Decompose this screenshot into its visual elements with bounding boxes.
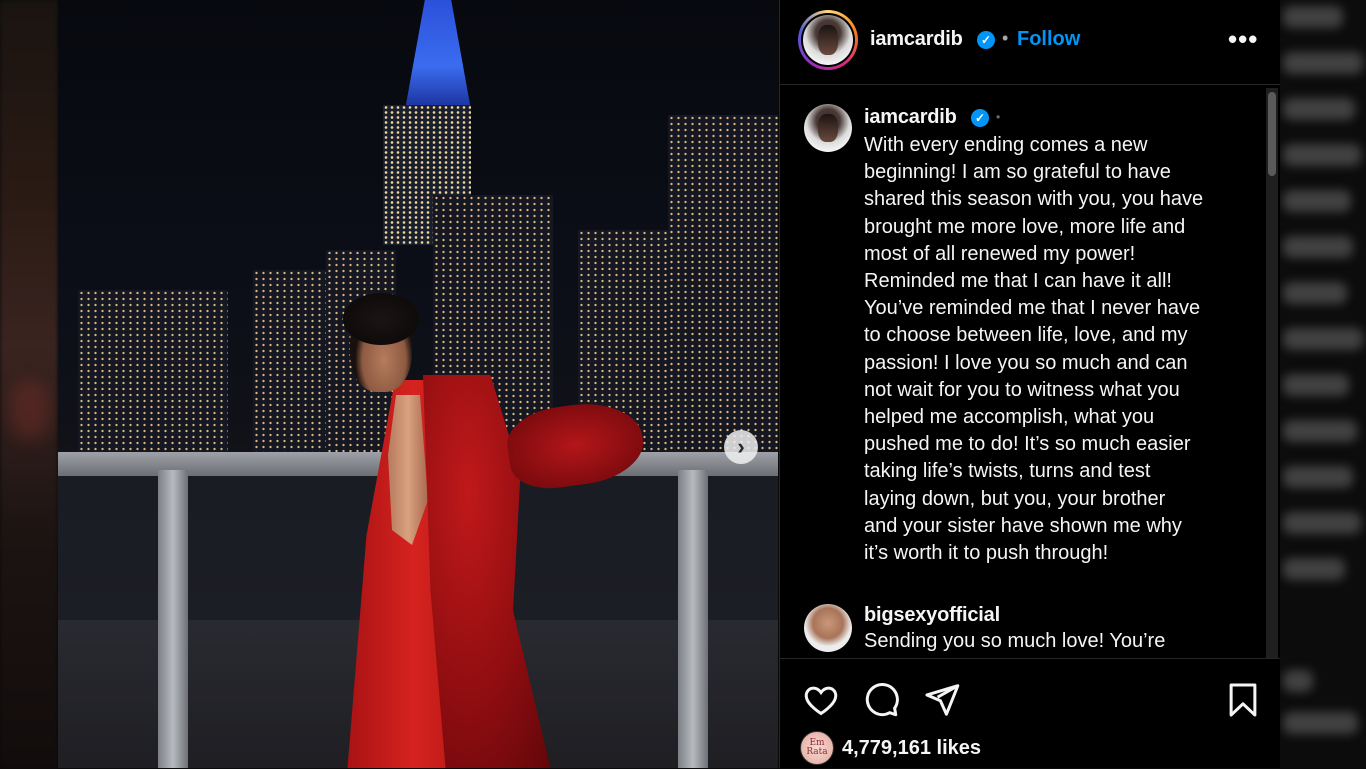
caption-line: Reminded me that I can have it all! (864, 270, 1172, 293)
scrollbar-thumb[interactable] (1268, 92, 1276, 176)
caption-line: it’s worth it to push through! (864, 542, 1109, 565)
separator-dot: • (996, 110, 1001, 124)
caption-line: not wait for you to witness what you (864, 378, 1180, 401)
caption-line: With every ending comes a new (864, 134, 1148, 156)
caption-line: beginning! I am so grateful to have (864, 161, 1171, 184)
comment-bubble-icon[interactable] (862, 681, 900, 719)
caption-line: most of all renewed my power! (864, 242, 1136, 265)
caption-line: brought me more love, more life and (864, 215, 1186, 238)
bookmark-icon[interactable] (1224, 681, 1262, 719)
caption-line: pushed me to do! It’s so much easier (864, 433, 1191, 456)
caption-line: to choose between life, love, and my (864, 324, 1188, 347)
caption-username[interactable]: iamcardib (864, 106, 957, 129)
chevron-right-icon: › (737, 434, 745, 459)
commenter-avatar[interactable] (804, 604, 852, 652)
skyscraper-spire (405, 0, 471, 110)
follow-button[interactable]: Follow (1017, 28, 1080, 51)
avatar-image (803, 15, 853, 65)
comments-scrollbar[interactable] (1266, 88, 1278, 658)
railing-post (158, 470, 188, 768)
caption-text: With every ending comes a new beginning!… (864, 132, 1242, 567)
comment-text: Sending you so much love! You’re (864, 630, 1166, 652)
caption-line: laying down, but you, your brother (864, 487, 1166, 510)
figure-hair (343, 293, 419, 345)
post-actions-bar: Em Rata 4,779,161 likes (780, 658, 1280, 769)
city-building (78, 290, 228, 460)
caption-line: helped me accomplish, what you (864, 406, 1155, 429)
caption-line: taking life’s twists, turns and test (864, 460, 1151, 483)
blurred-background-right (1279, 0, 1366, 768)
caption-line: You’ve reminded me that I never have (864, 297, 1201, 320)
likes-count[interactable]: 4,779,161 likes (842, 737, 981, 760)
railing-post (678, 470, 708, 768)
caption-line: and your sister have shown me why (864, 514, 1182, 537)
post-header: iamcardib ✓ • Follow ••• (780, 0, 1280, 85)
next-photo-button[interactable]: › (724, 430, 758, 464)
more-options-icon[interactable]: ••• (1228, 24, 1258, 55)
heart-icon[interactable] (802, 681, 840, 719)
caption-avatar[interactable] (804, 104, 852, 152)
separator-dot: • (1002, 28, 1009, 48)
post-details-panel: iamcardib ✓ • Follow ••• iamcardib ✓ • W… (779, 0, 1280, 768)
post-photo[interactable]: › (58, 0, 778, 768)
paper-plane-icon[interactable] (923, 681, 961, 719)
caption-line: shared this season with you, you have (864, 188, 1204, 211)
author-username[interactable]: iamcardib (870, 28, 963, 51)
city-building (668, 115, 778, 460)
verified-badge-icon: ✓ (977, 31, 995, 49)
verified-badge-icon: ✓ (971, 109, 989, 127)
commenter-username[interactable]: bigsexyofficial (864, 604, 1000, 627)
blurred-background-left (0, 0, 58, 768)
caption-line: passion! I love you so much and can (864, 351, 1188, 374)
author-avatar[interactable] (798, 10, 858, 70)
liker-avatar[interactable]: Em Rata (800, 731, 834, 765)
likes-row[interactable]: Em Rata 4,779,161 likes (800, 731, 981, 765)
